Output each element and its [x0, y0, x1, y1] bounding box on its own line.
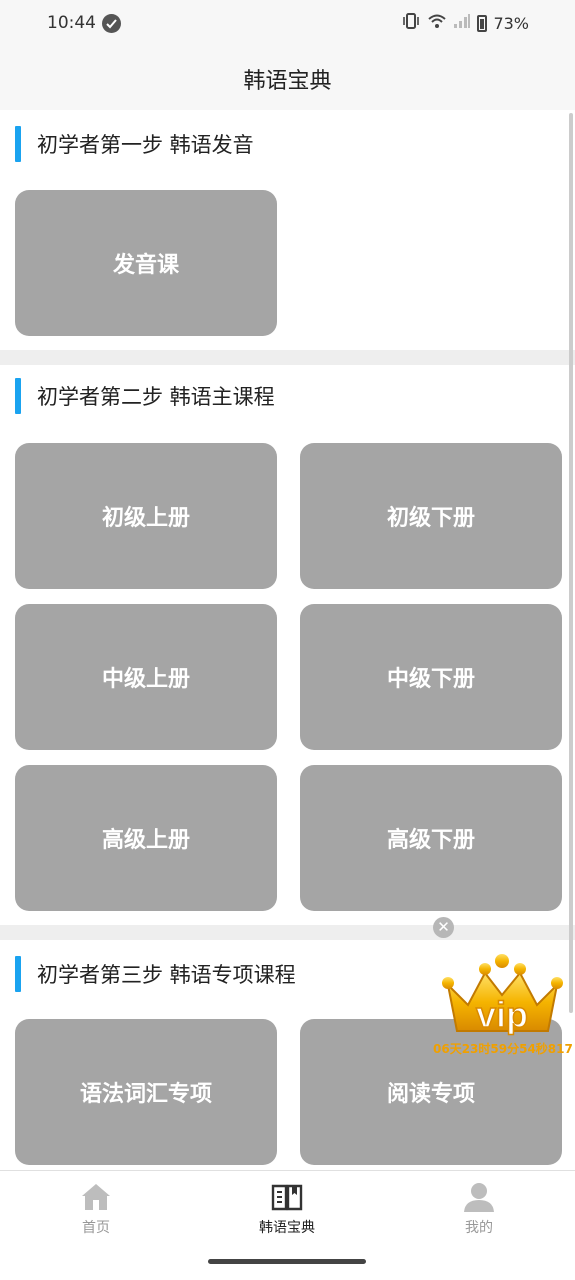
crown-icon: vip	[442, 954, 563, 1036]
card-label: 高级上册	[101, 828, 190, 853]
course-card-intermediate-1[interactable]: 中级上册	[15, 604, 277, 750]
vip-countdown: 06天23时59分54秒817	[433, 1042, 573, 1056]
course-card-grammar-vocab[interactable]: 语法词汇专项	[15, 1019, 277, 1165]
user-icon	[464, 1183, 494, 1212]
course-card-advanced-1[interactable]: 高级上册	[15, 765, 277, 911]
home-icon	[82, 1184, 110, 1210]
section-title: 初学者第二步 韩语主课程	[37, 385, 275, 409]
tab-label: 我的	[465, 1220, 493, 1236]
vip-badge[interactable]: vip	[440, 953, 565, 1038]
card-label: 发音课	[112, 253, 179, 278]
course-card-pronunciation[interactable]: 发音课	[15, 190, 277, 336]
check-circle-icon	[102, 14, 121, 33]
section-title: 初学者第三步 韩语专项课程	[37, 963, 296, 987]
tab-profile[interactable]: 我的	[419, 1181, 539, 1241]
book-icon	[271, 1184, 303, 1211]
tab-korean-dictionary[interactable]: 韩语宝典	[227, 1181, 347, 1241]
card-label: 中级下册	[386, 667, 475, 692]
vibrate-icon	[401, 13, 421, 33]
section-header: 初学者第一步 韩语发音	[15, 126, 254, 162]
card-label: 中级上册	[101, 667, 190, 692]
card-label: 初级上册	[101, 506, 190, 531]
section-header: 初学者第二步 韩语主课程	[15, 378, 275, 414]
wifi-icon	[427, 13, 447, 33]
card-label: 阅读专项	[386, 1082, 475, 1107]
section-divider	[0, 350, 575, 365]
section-pronunciation: 初学者第一步 韩语发音 发音课	[0, 110, 575, 350]
section-title: 初学者第一步 韩语发音	[37, 133, 254, 157]
scrollbar[interactable]	[569, 113, 573, 1013]
status-time: 10:44	[47, 13, 96, 33]
close-icon[interactable]: ✕	[433, 917, 454, 938]
card-label: 高级下册	[386, 828, 475, 853]
page-title: 韩语宝典	[243, 69, 332, 94]
battery-icon	[477, 14, 488, 32]
status-icons: 73%	[401, 13, 529, 33]
accent-bar	[15, 126, 21, 162]
section-main-course: 初学者第二步 韩语主课程 初级上册 初级下册 中级上册 中级下册 高级上册 高级…	[0, 365, 575, 925]
status-bar: 10:44 73%	[0, 0, 575, 48]
section-header: 初学者第三步 韩语专项课程	[15, 956, 296, 992]
course-card-intermediate-2[interactable]: 中级下册	[300, 604, 562, 750]
vip-text: vip	[476, 994, 528, 1035]
accent-bar	[15, 378, 21, 414]
signal-icon	[453, 13, 471, 33]
course-card-beginner-2[interactable]: 初级下册	[300, 443, 562, 589]
card-label: 语法词汇专项	[79, 1082, 212, 1107]
battery-level: 73%	[493, 13, 529, 33]
section-divider	[0, 925, 575, 940]
app-header: 韩语宝典	[0, 48, 575, 110]
course-card-beginner-1[interactable]: 初级上册	[15, 443, 277, 589]
home-indicator[interactable]	[208, 1259, 366, 1264]
card-label: 初级下册	[386, 506, 475, 531]
tab-home[interactable]: 首页	[36, 1181, 156, 1241]
tab-label: 首页	[82, 1220, 110, 1236]
course-card-advanced-2[interactable]: 高级下册	[300, 765, 562, 911]
accent-bar	[15, 956, 21, 992]
tab-label: 韩语宝典	[259, 1220, 315, 1236]
